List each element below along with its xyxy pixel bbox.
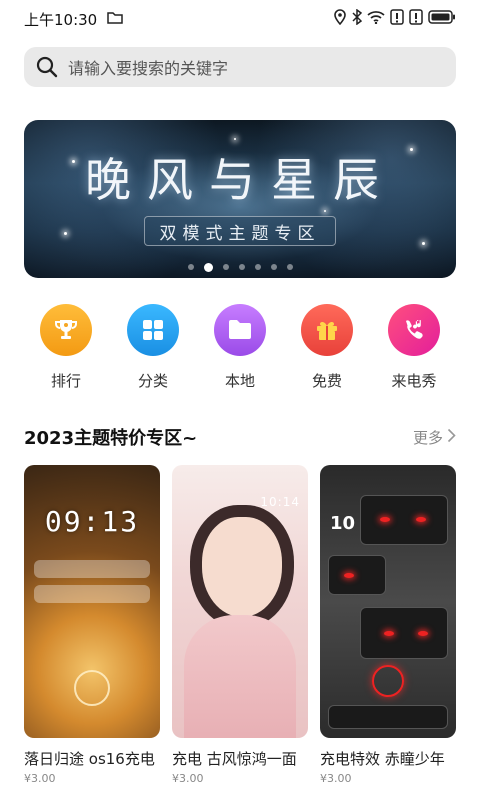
theme-thumbnail: 10 — [320, 465, 456, 738]
alert-icon — [409, 9, 423, 29]
category-local[interactable]: 本地 — [198, 304, 282, 391]
theme-thumbnail: 09:13 — [24, 465, 160, 738]
alert-icon — [390, 9, 404, 29]
banner-dot[interactable] — [222, 264, 229, 270]
category-label: 分类 — [137, 372, 168, 390]
banner-dot[interactable] — [254, 264, 261, 270]
search-placeholder: 请输入要搜索的关键字 — [68, 59, 229, 78]
trophy-icon — [40, 304, 92, 356]
theme-name: 落日归途 os16充电 — [24, 750, 155, 768]
category-nav: 排行 分类 本地 免费 来电秀 — [24, 304, 456, 391]
wifi-icon — [367, 10, 385, 28]
status-time: 上午10:30 — [24, 10, 98, 29]
status-bar: 上午10:30 — [0, 0, 480, 38]
banner-pagination[interactable] — [24, 262, 456, 272]
thumb-clock: 10:14 — [260, 495, 300, 509]
category-label: 来电秀 — [391, 372, 437, 390]
theme-card[interactable]: 10 充电特效 赤瞳少年 ¥3.00 — [320, 465, 456, 785]
theme-price: ¥3.00 — [172, 772, 204, 785]
banner-title: 晚风与星辰 — [85, 153, 395, 207]
theme-name: 充电特效 赤瞳少年 — [320, 750, 445, 768]
thumb-clock: 10 — [330, 513, 356, 534]
category-ranking[interactable]: 排行 — [24, 304, 108, 391]
theme-price: ¥3.00 — [320, 772, 352, 785]
theme-name: 充电 古风惊鸿一面 — [172, 750, 297, 768]
theme-thumbnail: 10:14 — [172, 465, 308, 738]
folder-icon — [214, 304, 266, 356]
chevron-right-icon — [447, 428, 456, 447]
section-title: 2023主题特价专区~ — [24, 428, 198, 449]
category-label: 排行 — [50, 372, 81, 390]
bluetooth-icon — [352, 8, 363, 29]
theme-card[interactable]: 10:14 充电 古风惊鸿一面 ¥3.00 — [172, 465, 308, 785]
category-free[interactable]: 免费 — [285, 304, 369, 391]
theme-price: ¥3.00 — [24, 772, 56, 785]
promo-banner[interactable]: 晚风与星辰 双模式主题专区 — [24, 120, 456, 278]
theme-list: 09:13 落日归途 os16充电 ¥3.00 10:14 充电 古风惊鸿一面 … — [24, 465, 480, 785]
location-icon — [333, 9, 347, 29]
folder-icon — [107, 10, 123, 28]
section-header: 2023主题特价专区~ 更多 — [24, 424, 456, 450]
banner-dot[interactable] — [187, 264, 194, 270]
more-link[interactable]: 更多 — [413, 427, 456, 448]
search-input[interactable]: 请输入要搜索的关键字 — [24, 47, 456, 87]
gift-icon — [301, 304, 353, 356]
category-classify[interactable]: 分类 — [111, 304, 195, 391]
banner-subtitle: 双模式主题专区 — [144, 216, 336, 246]
banner-dot[interactable] — [270, 264, 277, 270]
banner-dot[interactable] — [286, 264, 293, 270]
banner-dot-active[interactable] — [203, 262, 213, 272]
search-icon — [36, 56, 58, 78]
category-label: 本地 — [224, 372, 255, 390]
more-label: 更多 — [412, 428, 443, 447]
banner-dot[interactable] — [238, 264, 245, 270]
thumb-clock: 09:13 — [44, 505, 140, 538]
grid-icon — [127, 304, 179, 356]
category-label: 免费 — [311, 372, 342, 390]
theme-card[interactable]: 09:13 落日归途 os16充电 ¥3.00 — [24, 465, 160, 785]
phone-music-icon — [388, 304, 440, 356]
battery-icon — [428, 10, 456, 28]
category-call-show[interactable]: 来电秀 — [372, 304, 456, 391]
